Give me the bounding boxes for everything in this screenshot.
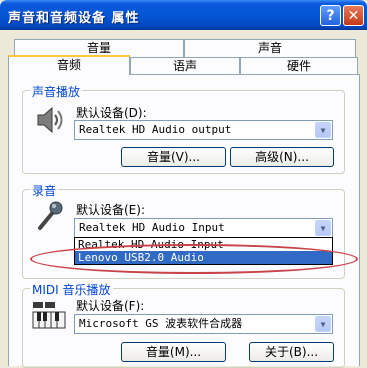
dialog-window: 声音和音频设备 属性 ? ✕ 音量 声音 音频 语声 硬件 声音播放 默认设备(… (0, 0, 367, 368)
playback-device-value: Realtek HD Audio output (79, 123, 232, 136)
playback-group-label: 声音播放 (30, 83, 83, 100)
speaker-icon (37, 106, 63, 134)
chevron-down-icon[interactable]: ▼ (315, 122, 331, 138)
midi-device-select[interactable]: Microsoft GS 波表软件合成器 ▼ (74, 314, 333, 334)
midi-about-button[interactable]: 关于(B)... (249, 342, 334, 362)
microphone-icon (38, 201, 63, 230)
title-bar[interactable]: 声音和音频设备 属性 ? ✕ (0, 0, 367, 30)
playback-device-select[interactable]: Realtek HD Audio output ▼ (74, 120, 333, 140)
midi-default-label: 默认设备(F): (76, 299, 145, 313)
midi-keyboard-icon (32, 302, 66, 329)
chevron-down-icon[interactable]: ▼ (315, 220, 331, 236)
tab-audio[interactable]: 音频 (8, 55, 130, 75)
tab-voice[interactable]: 语声 (130, 57, 240, 75)
recording-device-dropdown[interactable]: Realtek HD Audio Input Lenovo USB2.0 Aud… (74, 237, 333, 265)
recording-default-label: 默认设备(E): (76, 203, 145, 217)
midi-device-value: Microsoft GS 波表软件合成器 (79, 317, 243, 330)
tab-sounds[interactable]: 声音 (184, 39, 356, 57)
recording-group-label: 录音 (30, 182, 59, 199)
help-button[interactable]: ? (320, 5, 341, 26)
dropdown-option[interactable]: Realtek HD Audio Input (75, 238, 332, 251)
tab-hardware[interactable]: 硬件 (240, 57, 358, 75)
recording-device-value: Realtek HD Audio Input (79, 221, 225, 234)
playback-default-label: 默认设备(D): (76, 106, 147, 120)
window-title: 声音和音频设备 属性 (8, 11, 140, 26)
close-button[interactable]: ✕ (343, 5, 364, 26)
dropdown-option-highlighted[interactable]: Lenovo USB2.0 Audio (75, 251, 332, 264)
playback-advanced-button[interactable]: 高级(N)... (230, 147, 334, 167)
chevron-down-icon[interactable]: ▼ (315, 316, 331, 332)
midi-volume-button[interactable]: 音量(M)... (121, 342, 226, 362)
recording-device-select[interactable]: Realtek HD Audio Input ▼ (74, 218, 333, 238)
playback-volume-button[interactable]: 音量(V)... (121, 147, 226, 167)
midi-group-label: MIDI 音乐播放 (30, 281, 113, 298)
